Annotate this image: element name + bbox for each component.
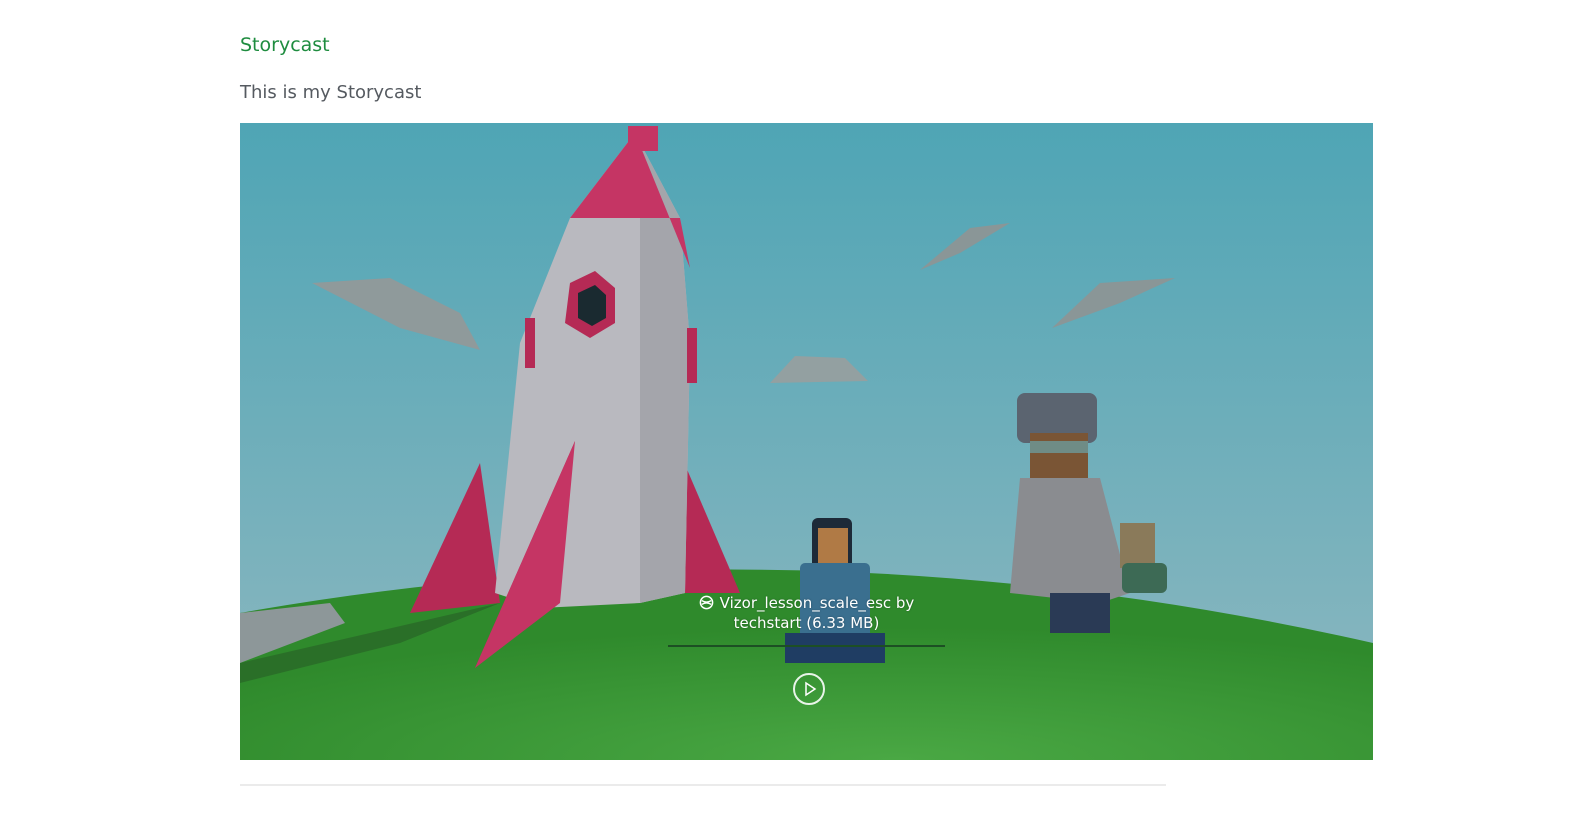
scene-name: Vizor_lesson_scale_esc by <box>719 594 915 612</box>
scene-preview-image <box>240 123 1373 760</box>
play-icon <box>805 681 817 697</box>
scene-player[interactable]: Vizor_lesson_scale_esc by techstart (6.3… <box>240 123 1373 760</box>
vizor-logo-icon <box>699 595 714 610</box>
divider <box>240 784 1166 786</box>
play-button[interactable] <box>793 673 825 705</box>
scene-author-size: techstart (6.33 MB) <box>733 614 880 632</box>
loading-progress-bar <box>668 645 945 647</box>
scene-info: Vizor_lesson_scale_esc by techstart (6.3… <box>668 593 945 633</box>
storycast-description: This is my Storycast <box>240 82 422 103</box>
storycast-title-link[interactable]: Storycast <box>240 34 330 56</box>
